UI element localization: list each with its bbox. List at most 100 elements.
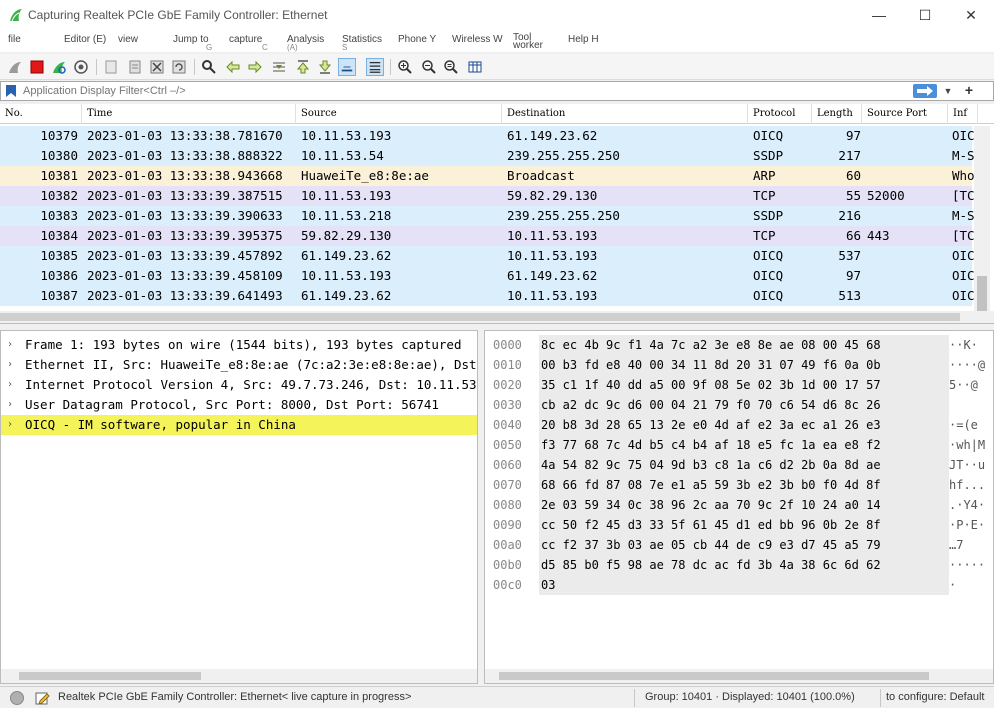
column-header-source[interactable]: Source: [296, 104, 502, 124]
apply-filter-button[interactable]: [913, 84, 937, 98]
zoom-in-icon[interactable]: [396, 58, 414, 76]
packet-row[interactable]: 10382 2023-01-03 13:33:39.387515 10.11.53.…: [0, 186, 974, 206]
capture-options-icon[interactable]: [72, 58, 90, 76]
detail-tree-item[interactable]: › OICQ - IM software, popular in China: [1, 415, 477, 435]
detail-tree-item[interactable]: › Ethernet II, Src: HuaweiTe_e8:8e:ae (7c…: [1, 355, 477, 375]
menu-statistics[interactable]: Statistics: [342, 34, 382, 45]
add-filter-button[interactable]: +: [961, 82, 977, 98]
menu-help[interactable]: Help H: [568, 34, 599, 45]
packet-row[interactable]: 10385 2023-01-03 13:33:39.457892 61.149.23…: [0, 246, 974, 266]
colorize-icon[interactable]: [366, 58, 384, 76]
packet-row[interactable]: 10381 2023-01-03 13:33:38.943668 HuaweiTe_…: [0, 166, 974, 186]
hex-row[interactable]: 0010 00 b3 fd e8 40 00 34 11 8d 20 31 07 …: [485, 355, 993, 375]
hex-row[interactable]: 0030 cb a2 dc 9c d6 00 04 21 79 f0 70 c6 …: [485, 395, 993, 415]
hex-row[interactable]: 00a0 cc f2 37 3b 03 ae 05 cb 44 de c9 e3 …: [485, 535, 993, 555]
chevron-down-icon: ▼: [943, 86, 953, 96]
go-first-icon[interactable]: [294, 58, 312, 76]
packet-list-hscroll-thumb[interactable]: [0, 313, 960, 321]
packet-row[interactable]: 10384 2023-01-03 13:33:39.395375 59.82.29.…: [0, 226, 974, 246]
restart-capture-icon[interactable]: [50, 58, 68, 76]
hex-bytes: 00 b3 fd e8 40 00 34 11 8d 20 31 07 49 f…: [539, 355, 949, 375]
chevron-right-icon[interactable]: ›: [7, 395, 17, 415]
column-header-length[interactable]: Length: [812, 104, 862, 124]
cell-source-port: 52000: [867, 188, 905, 203]
hex-row[interactable]: 0080 2e 03 59 34 0c 38 96 2c aa 70 9c 2f …: [485, 495, 993, 515]
menu-go[interactable]: Jump to: [173, 34, 209, 45]
cell-info: M-S: [952, 208, 974, 223]
shark-fin-start-icon[interactable]: [6, 58, 24, 76]
menu-edit[interactable]: Editor (E): [64, 34, 106, 45]
hex-offset: 0020: [493, 378, 522, 392]
menu-tools[interactable]: Tool worker: [513, 33, 549, 51]
minimize-button[interactable]: —: [856, 0, 902, 30]
find-packet-icon[interactable]: [200, 58, 218, 76]
hex-row[interactable]: 00c0 03 ·: [485, 575, 993, 595]
column-header-destination[interactable]: Destination: [502, 104, 748, 124]
reload-file-icon[interactable]: [170, 58, 188, 76]
go-forward-icon[interactable]: [246, 58, 264, 76]
hex-row[interactable]: 0020 35 c1 1f 40 dd a5 00 9f 08 5e 02 3b …: [485, 375, 993, 395]
packet-list-hscrollbar[interactable]: [0, 311, 994, 323]
go-back-icon[interactable]: [224, 58, 242, 76]
status-profile[interactable]: to configure: Default: [886, 691, 984, 703]
packet-list-vscrollbar[interactable]: [974, 126, 990, 322]
maximize-button[interactable]: ☐: [902, 0, 948, 30]
column-header-no[interactable]: No.: [0, 104, 82, 124]
hex-row[interactable]: 0050 f3 77 68 7c 4d b5 c4 b4 af 18 e5 fc …: [485, 435, 993, 455]
details-hscrollbar[interactable]: [1, 669, 477, 683]
packet-row[interactable]: 10379 2023-01-03 13:33:38.781670 10.11.53.…: [0, 126, 974, 146]
hex-row[interactable]: 0090 cc 50 f2 45 d3 33 5f 61 45 d1 ed bb …: [485, 515, 993, 535]
hex-row[interactable]: 0040 20 b8 3d 28 65 13 2e e0 4d af e2 3a …: [485, 415, 993, 435]
detail-tree-item[interactable]: › Frame 1: 193 bytes on wire (1544 bits),…: [1, 335, 477, 355]
detail-tree-item[interactable]: › Internet Protocol Version 4, Src: 49.7.…: [1, 375, 477, 395]
go-to-packet-icon[interactable]: [270, 58, 288, 76]
cell-destination: 59.82.29.130: [507, 188, 598, 203]
chevron-right-icon[interactable]: ›: [7, 355, 17, 375]
filter-history-dropdown[interactable]: ▼: [941, 84, 955, 98]
cell-source: 10.11.53.54: [301, 148, 384, 163]
save-file-icon[interactable]: [126, 58, 144, 76]
zoom-out-icon[interactable]: [420, 58, 438, 76]
bytes-hscroll-thumb[interactable]: [499, 672, 929, 680]
menu-view[interactable]: view: [118, 34, 138, 45]
packet-row[interactable]: 10387 2023-01-03 13:33:39.641493 61.149.23…: [0, 286, 974, 306]
chevron-right-icon[interactable]: ›: [7, 335, 17, 355]
close-file-icon[interactable]: [148, 58, 166, 76]
packet-row[interactable]: 10380 2023-01-03 13:33:38.888322 10.11.53.…: [0, 146, 974, 166]
close-button[interactable]: ✕: [948, 0, 994, 30]
hex-ascii: …7: [949, 538, 964, 552]
stop-capture-icon[interactable]: [28, 58, 46, 76]
display-filter-input[interactable]: [23, 83, 903, 99]
cell-source-port: [867, 146, 947, 166]
packet-row[interactable]: 10386 2023-01-03 13:33:39.458109 10.11.53.…: [0, 266, 974, 286]
capture-comment-icon[interactable]: [34, 690, 50, 706]
menu-telephony[interactable]: Phone Y: [398, 34, 436, 45]
hex-row[interactable]: 0060 4a 54 82 9c 75 04 9d b3 c8 1a c6 d2 …: [485, 455, 993, 475]
bytes-hscrollbar[interactable]: [485, 669, 993, 683]
hex-ascii: ·P·E·: [949, 518, 986, 532]
column-header-time[interactable]: Time: [82, 104, 296, 124]
go-last-icon[interactable]: [316, 58, 334, 76]
expert-info-icon[interactable]: [10, 691, 24, 705]
chevron-right-icon[interactable]: ›: [7, 375, 17, 395]
resize-columns-icon[interactable]: [466, 58, 484, 76]
hex-row[interactable]: 00b0 d5 85 b0 f5 98 ae 78 dc ac fd 3b 4a …: [485, 555, 993, 575]
hex-offset: 0090: [493, 518, 522, 532]
bookmark-icon[interactable]: [5, 84, 17, 98]
packet-list-vscroll-thumb[interactable]: [977, 276, 987, 316]
auto-scroll-icon[interactable]: [338, 58, 356, 76]
normal-size-icon[interactable]: [442, 58, 460, 76]
column-header-protocol[interactable]: Protocol: [748, 104, 812, 124]
open-file-icon[interactable]: [102, 58, 120, 76]
hex-row[interactable]: 0000 8c ec 4b 9c f1 4a 7c a2 3e e8 8e ae …: [485, 335, 993, 355]
detail-tree-item[interactable]: › User Datagram Protocol, Src Port: 8000,…: [1, 395, 477, 415]
chevron-right-icon[interactable]: ›: [7, 415, 17, 435]
hex-row[interactable]: 0070 68 66 fd 87 08 7e e1 a5 59 3b e2 3b …: [485, 475, 993, 495]
column-header-source-port[interactable]: Source Port: [862, 104, 948, 124]
menu-file[interactable]: file: [8, 34, 21, 45]
column-header-info[interactable]: Inf: [948, 104, 978, 124]
menu-capture[interactable]: capture: [229, 34, 262, 45]
packet-row[interactable]: 10383 2023-01-03 13:33:39.390633 10.11.53.…: [0, 206, 974, 226]
menu-wireless[interactable]: Wireless W: [452, 34, 503, 45]
details-hscroll-thumb[interactable]: [19, 672, 201, 680]
